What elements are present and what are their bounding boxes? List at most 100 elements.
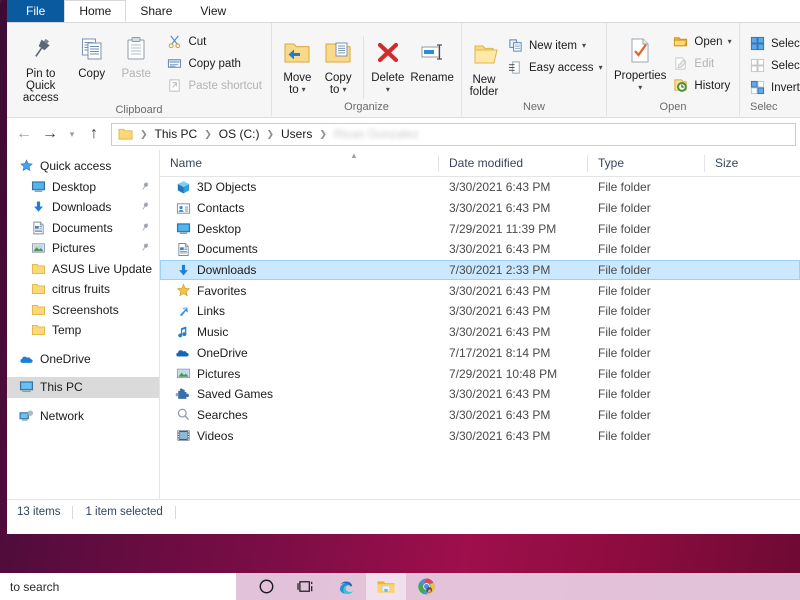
new-item-icon [507,37,524,54]
tab-file[interactable]: File [7,0,65,22]
file-type: File folder [598,242,651,257]
forward-arrow-icon[interactable]: → [37,121,63,147]
table-row[interactable]: Contacts 3/30/2021 6:43 PM File folder [160,198,800,219]
file-date: 3/30/2021 6:43 PM [449,304,551,319]
delete-button[interactable]: Delete ▾ [367,32,408,95]
table-row[interactable]: Favorites 3/30/2021 6:43 PM File folder [160,280,800,301]
breadcrumb-users[interactable]: Users [281,127,312,141]
sidebar-item-screenshots[interactable]: Screenshots [7,300,159,321]
recent-locations-chevron-down-icon[interactable]: ▾ [63,121,81,147]
select-none-label: Select n [771,59,800,72]
copy-path-button[interactable]: Copy path [164,54,266,73]
copy-button[interactable]: Copy [69,28,114,80]
table-row[interactable]: Desktop 7/29/2021 11:39 PM File folder [160,218,800,239]
pin-to-quick-access-button[interactable]: Pin to Quick access [12,28,69,104]
select-all-button[interactable]: Select a [747,34,800,53]
invert-selection-button[interactable]: Invert s [747,78,800,97]
chevron-down-icon[interactable]: ▾ [638,83,642,92]
status-separator [72,505,74,519]
sidebar-item-this-pc[interactable]: This PC [7,377,159,398]
cortana-icon[interactable] [246,573,286,600]
file-date: 3/30/2021 6:43 PM [449,201,551,216]
column-header-row: Name Date modified Type Size ▲ [160,150,800,177]
chevron-down-icon[interactable]: ▾ [599,63,603,72]
column-header-date-modified[interactable]: Date modified [438,154,587,172]
pin-icon[interactable] [140,181,150,195]
sort-ascending-caret-icon: ▲ [350,151,358,160]
sidebar-item-citrus-fruits[interactable]: citrus fruits [7,279,159,300]
table-row[interactable]: Saved Games 3/30/2021 6:43 PM File folde… [160,384,800,405]
column-header-type[interactable]: Type [587,154,704,172]
select-none-button[interactable]: Select n [747,56,800,75]
table-row[interactable]: Music 3/30/2021 6:43 PM File folder [160,322,800,343]
sidebar-item-pictures[interactable]: Pictures [7,238,159,259]
sidebar-item-asus-live-update[interactable]: ASUS Live Update [7,259,159,280]
new-folder-icon [469,38,499,72]
table-row[interactable]: OneDrive 7/17/2021 8:14 PM File folder [160,343,800,364]
tab-share[interactable]: Share [126,0,186,22]
column-header-size[interactable]: Size [704,154,794,172]
desktop-icon [173,221,193,237]
documents-icon [173,241,193,257]
sidebar-item-downloads[interactable]: Downloads [7,197,159,218]
table-row[interactable]: 3D Objects 3/30/2021 6:43 PM File folder [160,177,800,198]
address-bar: ← → ▾ ↑ ❯ This PC ❯ OS (C:) ❯ Users ❯ Ri… [7,118,800,150]
table-row[interactable]: Searches 3/30/2021 6:43 PM File folder [160,405,800,426]
sidebar-item-temp[interactable]: Temp [7,320,159,341]
up-arrow-icon[interactable]: ↑ [81,121,107,147]
breadcrumb-os-c[interactable]: OS (C:) [219,127,260,141]
paste-shortcut-button[interactable]: Paste shortcut [164,76,266,95]
rename-button[interactable]: Rename [408,32,456,84]
new-item-button[interactable]: New item ▾ [505,36,607,55]
links-icon [173,303,193,319]
table-row[interactable]: Links 3/30/2021 6:43 PM File folder [160,301,800,322]
sidebar-label: ASUS Live Update [52,261,153,276]
history-button[interactable]: History [670,76,735,95]
edit-button[interactable]: Edit [670,54,735,73]
move-to-button[interactable]: Move to ▾ [277,32,318,96]
sidebar-item-desktop[interactable]: Desktop [7,177,159,198]
chrome-icon[interactable] [406,573,446,600]
task-view-icon[interactable] [286,573,326,600]
pictures-icon [29,240,48,256]
table-row[interactable]: Documents 3/30/2021 6:43 PM File folder [160,239,800,260]
new-folder-button[interactable]: New folder [467,34,501,98]
sidebar-item-quick-access[interactable]: Quick access [7,156,159,177]
breadcrumb-this-pc[interactable]: This PC [155,127,198,141]
chevron-down-icon[interactable]: ▾ [386,85,390,94]
column-header-name[interactable]: Name [160,155,438,172]
this-pc-icon [17,379,36,395]
table-row[interactable]: Videos 3/30/2021 6:43 PM File folder [160,425,800,446]
sidebar-item-onedrive[interactable]: OneDrive [7,349,159,370]
chevron-down-icon[interactable]: ▾ [582,41,586,50]
table-row[interactable]: Pictures 7/29/2021 10:48 PM File folder [160,363,800,384]
breadcrumb-username[interactable]: Rican Gonzalez [334,127,419,141]
easy-access-button[interactable]: Easy access ▾ [505,58,607,77]
ribbon-group-label-clipboard: Clipboard [115,104,163,116]
file-date: 3/30/2021 6:43 PM [449,407,551,422]
paste-button[interactable]: Paste [114,28,159,80]
pin-icon[interactable] [140,201,150,215]
sidebar-item-documents[interactable]: Documents [7,218,159,239]
pin-icon[interactable] [140,242,150,256]
tab-view[interactable]: View [186,0,240,22]
sidebar-item-network[interactable]: Network [7,406,159,427]
breadcrumb[interactable]: ❯ This PC ❯ OS (C:) ❯ Users ❯ Rican Gonz… [111,122,796,146]
open-button[interactable]: Open ▾ [670,32,735,51]
chevron-down-icon[interactable]: ▾ [342,86,346,94]
copy-to-button[interactable]: Copy to ▾ [318,32,359,96]
back-arrow-icon[interactable]: ← [11,121,37,147]
edge-icon[interactable] [326,573,366,600]
file-explorer-icon[interactable] [366,573,406,600]
tab-home[interactable]: Home [64,0,127,22]
cut-button[interactable]: Cut [164,32,266,51]
chevron-down-icon[interactable]: ▾ [728,37,732,46]
properties-button[interactable]: Properties ▾ [612,30,668,93]
search-input[interactable]: to search [0,573,236,600]
chevron-down-icon[interactable]: ▾ [302,86,306,94]
table-row[interactable]: Downloads 7/30/2021 2:33 PM File folder [160,259,800,281]
copy-label: Copy [78,68,106,80]
file-type: File folder [598,345,651,360]
pin-icon[interactable] [140,222,150,236]
